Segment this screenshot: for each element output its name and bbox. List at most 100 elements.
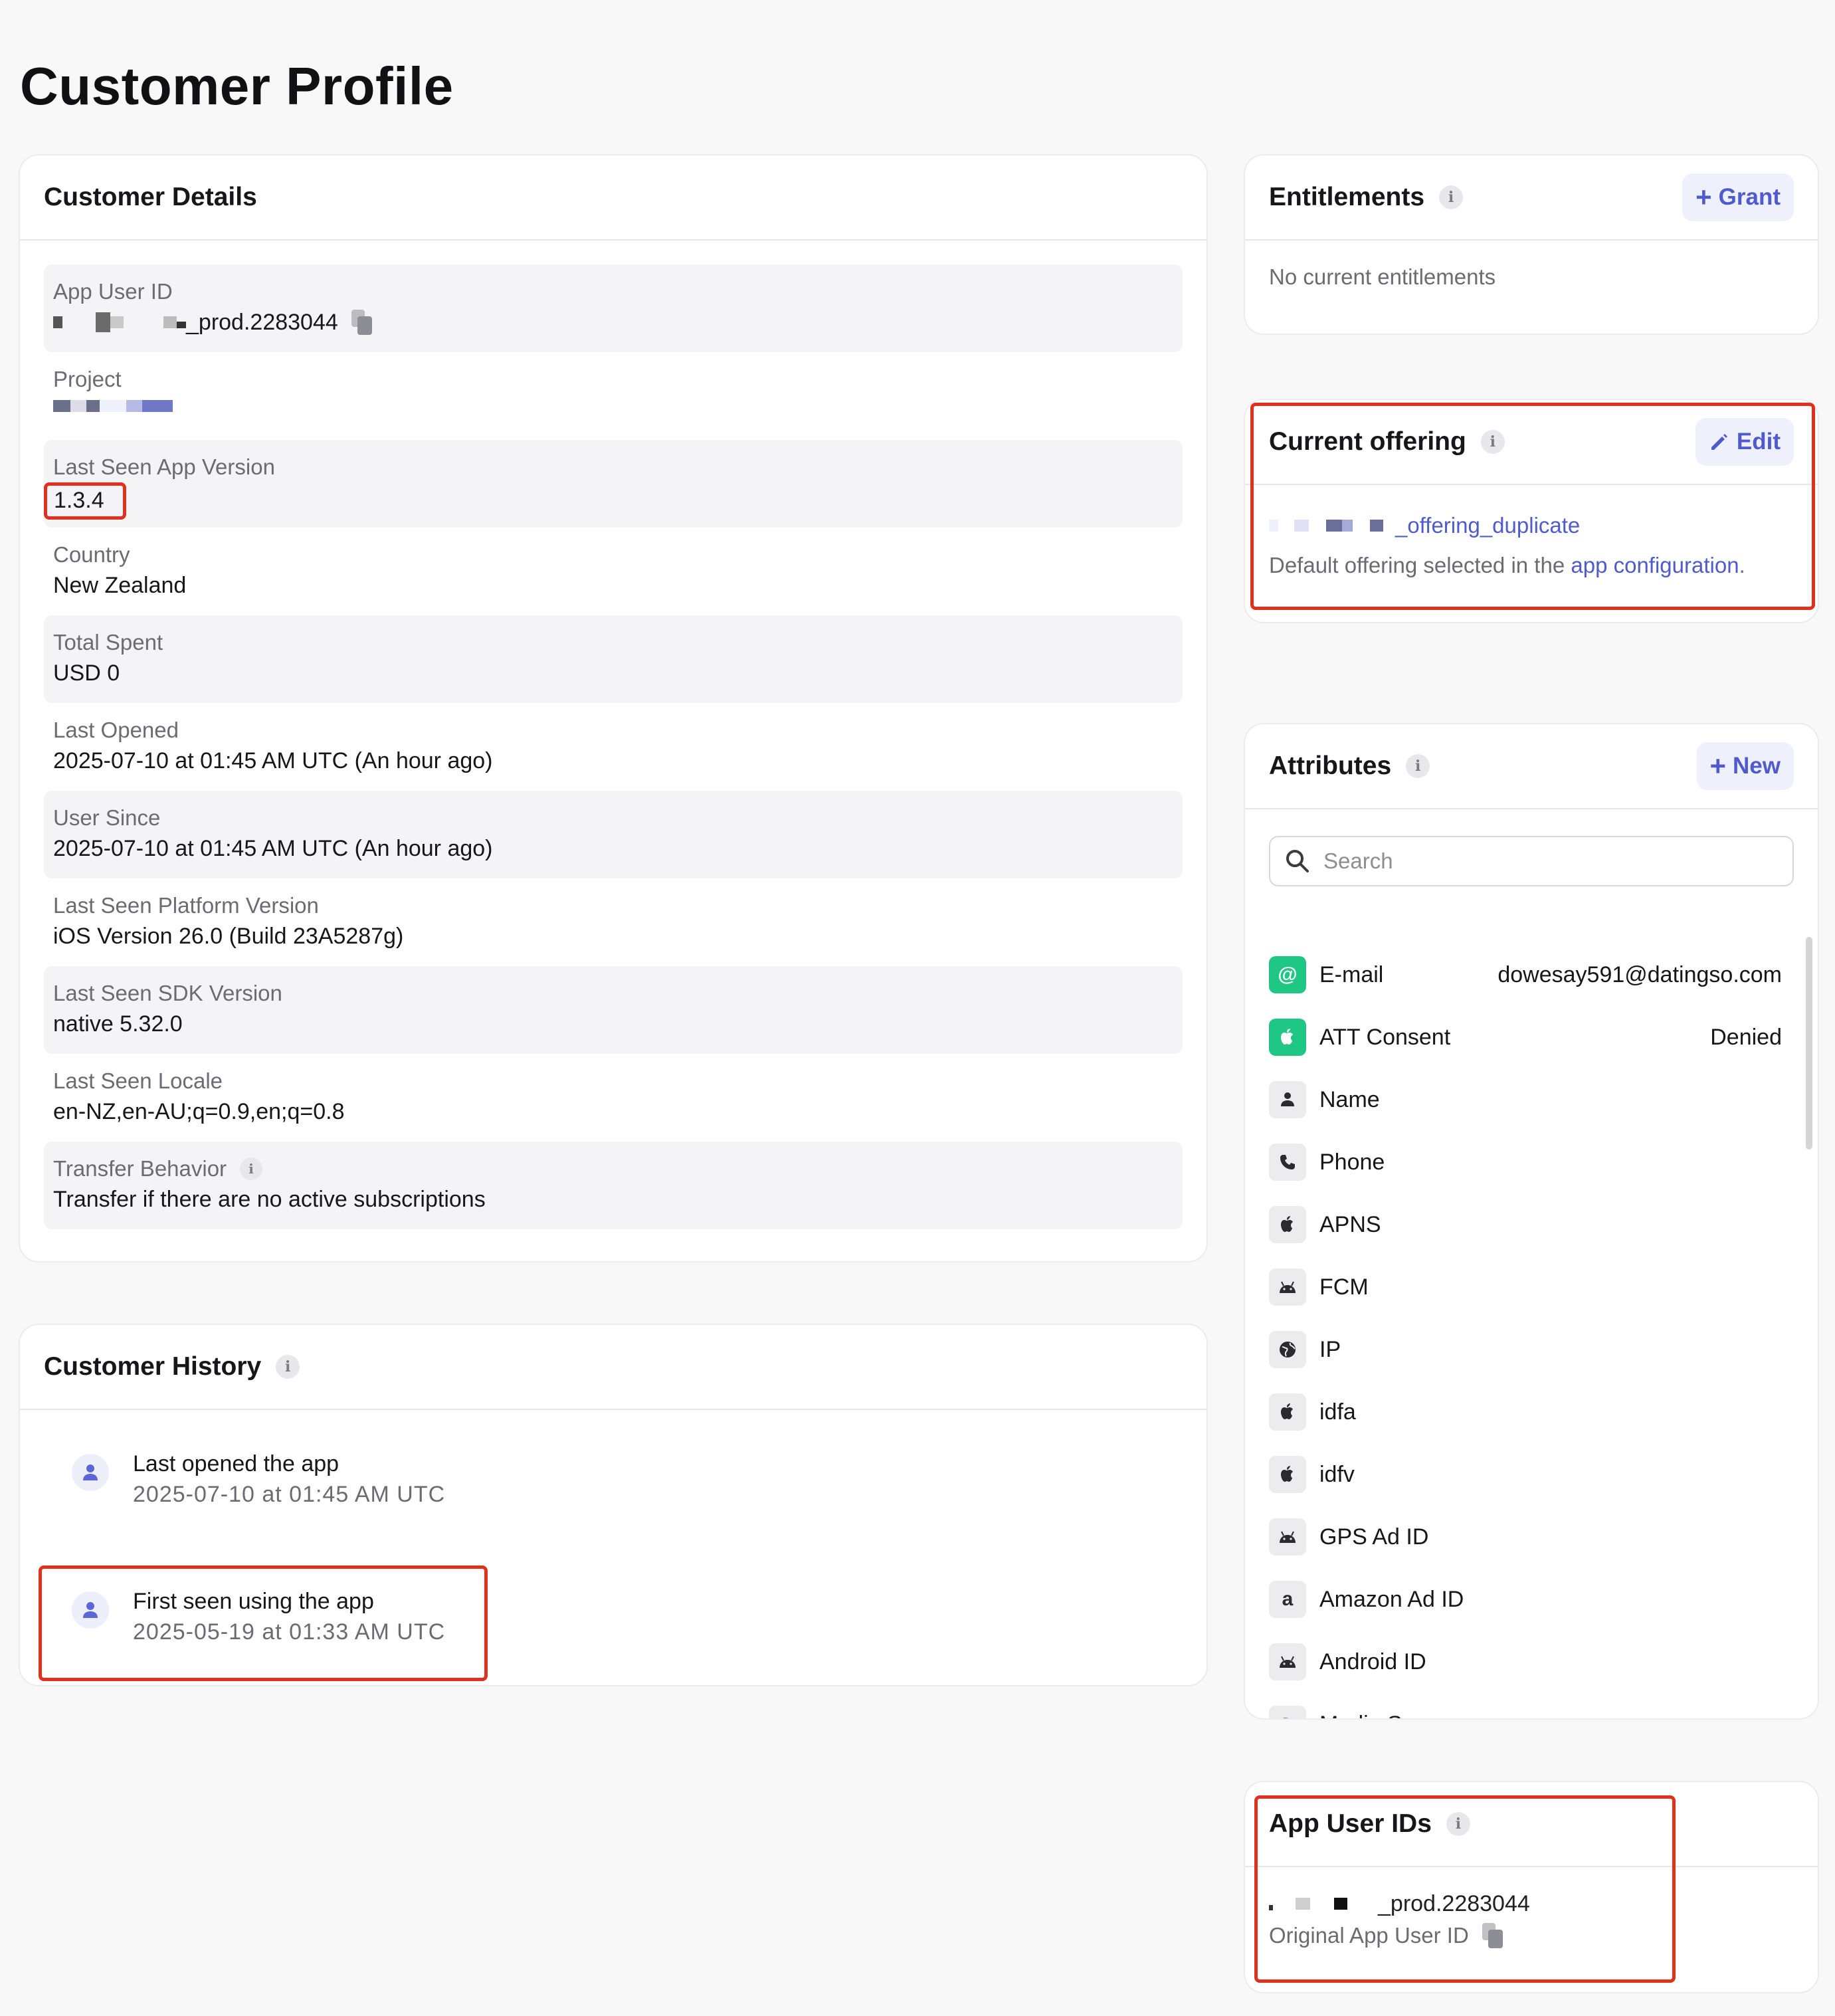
app-user-id-value: _prod.2283044 <box>1378 1890 1530 1916</box>
attributes-search-input[interactable]: Search <box>1269 836 1794 886</box>
detail-row-app-version: Last Seen App Version 1.3.4 <box>44 440 1183 528</box>
apple-icon <box>1269 1206 1306 1243</box>
attribute-row[interactable]: idfv <box>1269 1443 1782 1506</box>
apple-icon <box>1269 1019 1306 1056</box>
offering-description: Default offering selected in the app con… <box>1269 553 1794 578</box>
original-app-user-id-row: Original App User ID <box>1269 1919 1794 1952</box>
detail-label: User Since <box>53 805 161 830</box>
scrollbar[interactable] <box>1806 937 1812 1150</box>
customer-details-header: Customer Details <box>20 155 1207 241</box>
offering-id[interactable]: _offering_duplicate <box>1395 513 1580 538</box>
attribute-row[interactable]: APNS <box>1269 1193 1782 1256</box>
detail-row-platform-version: Last Seen Platform Version iOS Version 2… <box>44 878 1183 966</box>
attribute-name: FCM <box>1319 1274 1369 1300</box>
android-icon <box>1269 1643 1306 1680</box>
detail-label: Last Seen Platform Version <box>53 893 319 918</box>
app-configuration-link[interactable]: app configuration <box>1571 553 1739 577</box>
detail-row-project: Project <box>44 352 1183 440</box>
attribute-row[interactable]: FCM <box>1269 1256 1782 1318</box>
edit-button[interactable]: Edit <box>1695 418 1794 466</box>
phone-icon <box>1269 1144 1306 1181</box>
attribute-name: Phone <box>1319 1149 1385 1175</box>
new-attribute-button[interactable]: + New <box>1696 742 1794 790</box>
detail-row-total-spent: Total Spent USD 0 <box>44 615 1183 703</box>
amazon-icon: a <box>1269 1581 1306 1618</box>
detail-label: Country <box>53 542 130 567</box>
info-icon[interactable]: i <box>1406 754 1430 778</box>
pencil-icon <box>1711 434 1727 450</box>
redacted-text <box>53 311 186 334</box>
person-icon <box>72 1591 109 1629</box>
android-icon <box>1269 1518 1306 1556</box>
detail-label: Total Spent <box>53 630 163 655</box>
transfer-behavior-label: Transfer Behavior <box>53 1156 227 1181</box>
detail-value: 1.3.4 <box>44 482 1173 520</box>
app-version-value: 1.3.4 <box>44 482 126 520</box>
detail-value: native 5.32.0 <box>53 1011 183 1037</box>
detail-value: USD 0 <box>53 660 120 686</box>
info-icon[interactable]: i <box>1446 1812 1470 1836</box>
history-item-title: First seen using the app <box>133 1589 374 1614</box>
attribute-row[interactable]: IP <box>1269 1318 1782 1381</box>
redacted-text <box>1269 1892 1378 1915</box>
offering-desc-prefix: Default offering selected in the <box>1269 553 1571 577</box>
attribute-row[interactable]: Android ID <box>1269 1631 1782 1693</box>
detail-label: Last Seen SDK Version <box>53 981 282 1005</box>
attribute-name: E-mail <box>1319 961 1384 987</box>
attribute-row[interactable]: GPS Ad ID <box>1269 1506 1782 1568</box>
current-offering-header: Current offering i Edit <box>1245 400 1818 485</box>
history-item: Last opened the app 2025-07-10 at 01:45 … <box>72 1449 445 1510</box>
attribute-row[interactable]: a Amazon Ad ID <box>1269 1568 1782 1631</box>
grant-button[interactable]: + Grant <box>1682 173 1794 221</box>
grant-button-label: Grant <box>1718 184 1781 210</box>
entitlements-card: Entitlements i + Grant No current entitl… <box>1244 154 1819 335</box>
redacted-text <box>53 395 173 417</box>
attribute-row[interactable]: Phone <box>1269 1131 1782 1193</box>
info-icon[interactable]: i <box>240 1158 263 1180</box>
android-icon <box>1269 1268 1306 1306</box>
copy-icon[interactable] <box>1482 1923 1505 1948</box>
search-icon <box>1286 850 1309 872</box>
attribute-name: Media Source <box>1319 1712 1459 1719</box>
attribute-name: idfa <box>1319 1399 1356 1425</box>
app-user-id-value: _prod.2283044 <box>186 310 338 335</box>
attribute-value: dowesay591@datingso.com <box>1497 961 1782 987</box>
info-icon[interactable]: i <box>276 1355 300 1379</box>
app-user-id-entry: _prod.2283044 <box>1269 1888 1794 1919</box>
detail-row-last-opened: Last Opened 2025-07-10 at 01:45 AM UTC (… <box>44 703 1183 791</box>
attribute-row[interactable]: ATT Consent Denied <box>1269 1006 1782 1068</box>
attribute-value: Denied <box>1710 1024 1782 1050</box>
info-icon[interactable]: i <box>1439 185 1464 209</box>
redacted-text <box>1269 514 1395 537</box>
detail-row-app-user-id: App User ID _prod.2283044 <box>44 264 1183 352</box>
current-offering-body: _offering_duplicate Default offering sel… <box>1245 485 1818 578</box>
customer-details-title: Customer Details <box>44 183 257 211</box>
copy-icon[interactable] <box>351 310 374 335</box>
detail-value: Transfer if there are no active subscrip… <box>53 1187 486 1212</box>
attributes-header: Attributes i + New <box>1245 724 1818 809</box>
attribute-name: ATT Consent <box>1319 1024 1451 1050</box>
plus-icon: + <box>1695 181 1712 213</box>
entitlements-empty-text: No current entitlements <box>1269 264 1496 289</box>
attribute-name: Android ID <box>1319 1649 1426 1674</box>
attribute-row[interactable]: @ E-mail dowesay591@datingso.com <box>1269 944 1782 1006</box>
plus-icon: + <box>1709 750 1727 781</box>
detail-value: _prod.2283044 <box>53 307 1173 338</box>
detail-row-locale: Last Seen Locale en-NZ,en-AU;q=0.9,en;q=… <box>44 1054 1183 1142</box>
info-icon[interactable]: i <box>1480 430 1505 454</box>
detail-value[interactable] <box>53 395 1173 417</box>
original-app-user-id-caption: Original App User ID <box>1269 1923 1469 1948</box>
attribute-row[interactable]: idfa <box>1269 1381 1782 1443</box>
customer-history-header: Customer History i <box>20 1325 1207 1410</box>
app-user-ids-title: App User IDs <box>1269 1809 1432 1838</box>
app-user-ids-card: App User IDs i _prod.2283044 Original Ap… <box>1244 1781 1819 1993</box>
detail-row-user-since: User Since 2025-07-10 at 01:45 AM UTC (A… <box>44 791 1183 878</box>
attribute-row[interactable]: Name <box>1269 1068 1782 1131</box>
person-icon <box>1269 1081 1306 1118</box>
offering-link[interactable]: _offering_duplicate <box>1269 510 1794 541</box>
attribute-row[interactable]: Media Source <box>1269 1693 1782 1719</box>
edit-button-label: Edit <box>1736 429 1781 454</box>
attribute-name: GPS Ad ID <box>1319 1524 1429 1550</box>
history-item-title: Last opened the app <box>133 1451 339 1476</box>
current-offering-title: Current offering <box>1269 427 1466 456</box>
